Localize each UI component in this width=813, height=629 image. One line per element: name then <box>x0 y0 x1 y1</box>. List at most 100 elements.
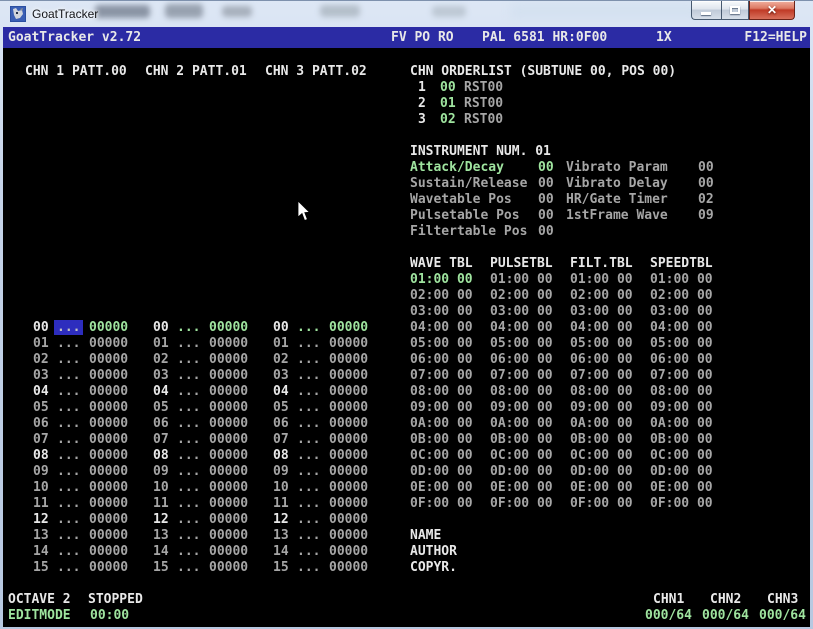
pattern-data-cell[interactable]: 00000 <box>329 464 368 479</box>
table-row[interactable]: 01:00 00 <box>490 272 553 287</box>
table-row[interactable]: 0E:00 00 <box>410 480 473 495</box>
pattern-data-cell[interactable]: 00000 <box>209 544 248 559</box>
pattern-note-cell[interactable]: ... <box>297 496 320 511</box>
table-row[interactable]: 0B:00 00 <box>650 432 713 447</box>
table-row[interactable]: 0E:00 00 <box>570 480 633 495</box>
maximize-button[interactable] <box>721 1 749 20</box>
pattern-note-cell[interactable]: ... <box>177 432 200 447</box>
instrument-param-label[interactable]: Filtertable Pos <box>410 224 527 239</box>
table-row[interactable]: 09:00 00 <box>570 400 633 415</box>
pattern-note-cell[interactable]: ... <box>177 416 200 431</box>
pattern-note-cell[interactable]: ... <box>177 512 200 527</box>
orderlist-row-rest[interactable]: RST00 <box>464 80 503 95</box>
pattern-note-cell[interactable]: ... <box>57 368 80 383</box>
orderlist-row-entry[interactable]: 02 <box>440 112 456 127</box>
table-row[interactable]: 08:00 00 <box>490 384 553 399</box>
table-row[interactable]: 09:00 00 <box>410 400 473 415</box>
table-row[interactable]: 03:00 00 <box>410 304 473 319</box>
table-row[interactable]: 05:00 00 <box>650 336 713 351</box>
pattern-note-cell[interactable]: ... <box>54 320 83 335</box>
pattern-data-cell[interactable]: 00000 <box>209 320 248 335</box>
pattern-note-cell[interactable]: ... <box>297 400 320 415</box>
pattern-data-cell[interactable]: 00000 <box>89 336 128 351</box>
pattern-data-cell[interactable]: 00000 <box>89 352 128 367</box>
table-row[interactable]: 03:00 00 <box>650 304 713 319</box>
table-row[interactable]: 0B:00 00 <box>570 432 633 447</box>
table-row[interactable]: 03:00 00 <box>490 304 553 319</box>
pattern-data-cell[interactable]: 00000 <box>329 400 368 415</box>
table-row[interactable]: 08:00 00 <box>650 384 713 399</box>
pattern-data-cell[interactable]: 00000 <box>209 512 248 527</box>
pattern-data-cell[interactable]: 00000 <box>209 448 248 463</box>
instrument-param-label[interactable]: Vibrato Param <box>566 160 668 175</box>
pattern-data-cell[interactable]: 00000 <box>209 560 248 575</box>
table-row[interactable]: 0D:00 00 <box>570 464 633 479</box>
pattern-note-cell[interactable]: ... <box>297 480 320 495</box>
table-row[interactable]: 0C:00 00 <box>410 448 473 463</box>
table-row[interactable]: 0D:00 00 <box>410 464 473 479</box>
table-row[interactable]: 0C:00 00 <box>570 448 633 463</box>
pattern-data-cell[interactable]: 00000 <box>89 528 128 543</box>
instrument-param-label[interactable]: Pulsetable Pos <box>410 208 520 223</box>
instrument-param-label[interactable]: 1stFrame Wave <box>566 208 668 223</box>
table-row[interactable]: 0E:00 00 <box>490 480 553 495</box>
table-row[interactable]: 05:00 00 <box>570 336 633 351</box>
pattern-note-cell[interactable]: ... <box>297 544 320 559</box>
orderlist-row-entry[interactable]: 01 <box>440 96 456 111</box>
table-row[interactable]: 01:00 00 <box>410 272 473 287</box>
pattern-data-cell[interactable]: 00000 <box>209 528 248 543</box>
table-row[interactable]: 0F:00 00 <box>410 496 473 511</box>
table-row[interactable]: 06:00 00 <box>490 352 553 367</box>
pattern-data-cell[interactable]: 00000 <box>89 416 128 431</box>
pattern-note-cell[interactable]: ... <box>297 448 320 463</box>
table-row[interactable]: 02:00 00 <box>410 288 473 303</box>
pattern-data-cell[interactable]: 00000 <box>329 320 368 335</box>
instrument-param-label[interactable]: HR/Gate Timer <box>566 192 668 207</box>
pattern-note-cell[interactable]: ... <box>177 528 200 543</box>
pattern-note-cell[interactable]: ... <box>57 416 80 431</box>
pattern-note-cell[interactable]: ... <box>57 384 80 399</box>
instrument-param-value[interactable]: 09 <box>698 208 714 223</box>
pattern-data-cell[interactable]: 00000 <box>329 560 368 575</box>
instrument-param-value[interactable]: 02 <box>698 192 714 207</box>
pattern-data-cell[interactable]: 00000 <box>209 496 248 511</box>
table-row[interactable]: 04:00 00 <box>570 320 633 335</box>
table-row[interactable]: 07:00 00 <box>410 368 473 383</box>
pattern-data-cell[interactable]: 00000 <box>209 352 248 367</box>
pattern-note-cell[interactable]: ... <box>177 496 200 511</box>
pattern-data-cell[interactable]: 00000 <box>89 496 128 511</box>
pattern-data-cell[interactable]: 00000 <box>209 416 248 431</box>
table-row[interactable]: 0B:00 00 <box>410 432 473 447</box>
instrument-param-label[interactable]: Sustain/Release <box>410 176 527 191</box>
pattern-note-cell[interactable]: ... <box>57 448 80 463</box>
pattern-note-cell[interactable]: ... <box>297 320 320 335</box>
pattern-data-cell[interactable]: 00000 <box>209 464 248 479</box>
pattern-data-cell[interactable]: 00000 <box>89 544 128 559</box>
table-row[interactable]: 07:00 00 <box>650 368 713 383</box>
instrument-param-value[interactable]: 00 <box>698 160 714 175</box>
table-row[interactable]: 05:00 00 <box>490 336 553 351</box>
pattern-data-cell[interactable]: 00000 <box>329 448 368 463</box>
instrument-param-value[interactable]: 00 <box>538 160 554 175</box>
close-button[interactable]: ✕ <box>749 1 795 20</box>
table-row[interactable]: 01:00 00 <box>650 272 713 287</box>
pattern-data-cell[interactable]: 00000 <box>329 336 368 351</box>
instrument-param-label[interactable]: Attack/Decay <box>410 160 504 175</box>
pattern-note-cell[interactable]: ... <box>57 544 80 559</box>
pattern-note-cell[interactable]: ... <box>177 480 200 495</box>
pattern-data-cell[interactable]: 00000 <box>329 352 368 367</box>
pattern-data-cell[interactable]: 00000 <box>89 384 128 399</box>
instrument-param-value[interactable]: 00 <box>698 176 714 191</box>
pattern-note-cell[interactable]: ... <box>177 464 200 479</box>
song-info-label[interactable]: COPYR. <box>410 560 457 575</box>
pattern-note-cell[interactable]: ... <box>57 352 80 367</box>
table-row[interactable]: 02:00 00 <box>570 288 633 303</box>
table-row[interactable]: 0A:00 00 <box>570 416 633 431</box>
pattern-data-cell[interactable]: 00000 <box>89 368 128 383</box>
table-row[interactable]: 09:00 00 <box>490 400 553 415</box>
pattern-data-cell[interactable]: 00000 <box>89 448 128 463</box>
pattern-data-cell[interactable]: 00000 <box>89 560 128 575</box>
table-row[interactable]: 0A:00 00 <box>410 416 473 431</box>
table-row[interactable]: 0E:00 00 <box>650 480 713 495</box>
pattern-note-cell[interactable]: ... <box>177 336 200 351</box>
